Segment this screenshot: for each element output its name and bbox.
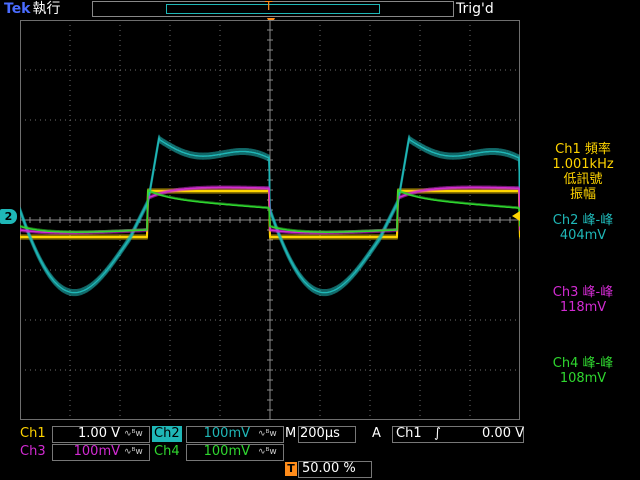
ch4-bandwidth-limit-icon: ∿ᴮw xyxy=(258,447,277,457)
ch4-scale: 100mV xyxy=(203,444,250,459)
measurement-value: 118mV xyxy=(559,300,607,315)
measurement-ch2-pk-pk[interactable]: Ch2 峰-峰 404mV xyxy=(526,213,640,243)
brand-logo: Tek xyxy=(4,1,31,17)
ch1-bandwidth-limit-icon: ∿ᴮw xyxy=(124,429,143,439)
ch2-scale: 100mV xyxy=(203,426,250,441)
trigger-position-icon: T xyxy=(285,462,297,476)
trigger-slope-icon: ∫ xyxy=(434,426,441,441)
ch4-label[interactable]: Ch4 xyxy=(152,444,182,460)
trigger-mode: A xyxy=(372,426,381,441)
trigger-position[interactable]: 50.00 % xyxy=(302,461,356,477)
run-status: 執行 xyxy=(32,1,61,17)
measurement-ch1-frequency[interactable]: Ch1 頻率 1.001kHz 低訊號 振幅 xyxy=(526,142,640,202)
measurement-ch3-pk-pk[interactable]: Ch3 峰-峰 118mV xyxy=(526,285,640,315)
ch2-label[interactable]: Ch2 xyxy=(152,426,182,442)
ch3-label[interactable]: Ch3 xyxy=(18,444,48,460)
trigger-state: Trig'd xyxy=(456,1,494,17)
measurement-note-2: 振幅 xyxy=(569,187,596,202)
trigger-source[interactable]: Ch1 xyxy=(396,426,422,442)
measurement-note: 低訊號 xyxy=(563,172,603,187)
record-view-window[interactable] xyxy=(166,4,380,14)
trigger-level[interactable]: 0.00 V xyxy=(460,426,524,442)
ch2-bandwidth-limit-icon: ∿ᴮw xyxy=(258,429,277,439)
measurement-value: 108mV xyxy=(559,371,607,386)
ch3-scale: 100mV xyxy=(73,444,120,459)
trigger-level-marker[interactable] xyxy=(512,211,520,221)
trigger-position-marker: T xyxy=(265,0,273,13)
measurement-ch4-pk-pk[interactable]: Ch4 峰-峰 108mV xyxy=(526,356,640,386)
measurement-label: Ch2 峰-峰 xyxy=(552,213,614,228)
timebase-value[interactable]: 200µs xyxy=(300,426,340,442)
ch2-ground-marker[interactable]: 2 xyxy=(0,209,17,224)
measurement-label: Ch1 頻率 xyxy=(555,142,611,157)
waveform-display xyxy=(20,20,520,420)
measurement-label: Ch4 峰-峰 xyxy=(552,356,614,371)
timebase-label: M xyxy=(285,426,297,441)
measurement-value: 1.001kHz xyxy=(552,157,614,172)
ch1-label[interactable]: Ch1 xyxy=(18,426,48,442)
ch1-scale: 1.00 V xyxy=(78,426,120,441)
brand: Tek 執行 xyxy=(4,0,61,18)
measurement-label: Ch3 峰-峰 xyxy=(552,285,614,300)
measurement-value: 404mV xyxy=(559,228,607,243)
status-bar: Tek 執行 T Trig'd xyxy=(0,0,640,18)
ch3-bandwidth-limit-icon: ∿ᴮw xyxy=(124,447,143,457)
